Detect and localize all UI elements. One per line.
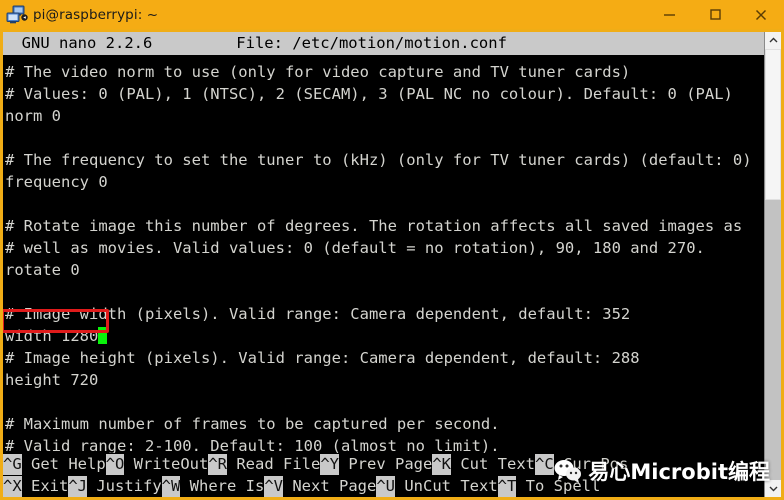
editor-line: rotate 0 [5, 261, 80, 279]
text-cursor [98, 327, 108, 344]
shortcut-key: ^V [264, 475, 284, 497]
shortcut-cur-pos[interactable]: ^C Cur Pos [535, 453, 628, 475]
editor-line: # well as movies. Valid values: 0 (defau… [5, 239, 705, 257]
terminal-inner: GNU nano 2.2.6 File: /etc/motion/motion.… [3, 32, 781, 497]
editor-line: frequency 0 [5, 173, 108, 191]
terminal-body[interactable]: GNU nano 2.2.6 File: /etc/motion/motion.… [3, 32, 764, 497]
shortcut-key: ^K [432, 453, 452, 475]
shortcut-cut-text[interactable]: ^K Cut Text [432, 453, 535, 475]
editor-line: # Image height (pixels). Valid range: Ca… [5, 349, 640, 367]
shortcut-key: ^Y [320, 453, 340, 475]
nano-header-bar: GNU nano 2.2.6 File: /etc/motion/motion.… [3, 32, 764, 55]
scrollbar-track[interactable] [765, 49, 781, 480]
shortcut-prev-page[interactable]: ^Y Prev Page [320, 453, 432, 475]
shortcut-to-spell[interactable]: ^T To Spell [497, 475, 601, 497]
shortcut-read-file[interactable]: ^R Read File [208, 453, 320, 475]
shortcut-label: Next Page [283, 476, 377, 495]
shortcut-label: Prev Page [339, 454, 433, 473]
editor-line: # Valid range: 2-100. Default: 100 (almo… [5, 437, 500, 453]
shortcut-where-is[interactable]: ^W Where Is [161, 475, 265, 497]
close-button[interactable] [738, 0, 784, 29]
shortcut-label: Cut Text [451, 454, 536, 473]
shortcut-label: Where Is [180, 476, 265, 495]
editor-line: # The video norm to use (only for video … [5, 63, 631, 81]
width-setting-text: width 1280 [5, 327, 99, 345]
shortcut-uncut-text[interactable]: ^U UnCut Text [376, 475, 498, 497]
shortcut-key: ^R [208, 453, 228, 475]
nano-editor-area[interactable]: # The video norm to use (only for video … [3, 55, 764, 453]
shortcut-next-page[interactable]: ^V Next Page [264, 475, 376, 497]
shortcut-label: UnCut Text [395, 476, 498, 495]
editor-line: norm 0 [5, 107, 61, 125]
shortcut-label: Exit [21, 476, 69, 495]
title-bar[interactable]: pi@raspberrypi: ~ [0, 0, 784, 29]
scroll-up-arrow-icon[interactable] [765, 32, 781, 49]
shortcut-row-2: ^X Exit ^J Justify ^W Where Is ^V Next P… [3, 475, 764, 497]
shortcut-justify[interactable]: ^J Justify [68, 475, 162, 497]
shortcut-label: Cur Pos [553, 454, 629, 473]
putty-icon [6, 5, 28, 25]
shortcut-key: ^O [105, 453, 125, 475]
editor-line-image-width-comment: # Image width (pixels). Valid range: Cam… [5, 305, 631, 323]
scroll-down-arrow-icon[interactable] [765, 480, 781, 497]
shortcut-key: ^G [3, 453, 22, 475]
shortcut-label: Justify [87, 476, 162, 495]
window-title: pi@raspberrypi: ~ [33, 6, 159, 23]
shortcut-key: ^W [161, 475, 181, 497]
shortcut-key: ^X [3, 475, 22, 497]
putty-terminal-window: pi@raspberrypi: ~ GNU nano 2.2.6 File: /… [0, 0, 784, 500]
window-controls [646, 0, 784, 29]
editor-line: height 720 [5, 371, 99, 389]
editor-line-blank [3, 193, 764, 215]
editor-line-width-value: width 1280 [3, 325, 764, 347]
nano-shortcut-bar: ^G Get Help ^O WriteOut ^R Read File ^Y … [3, 453, 764, 497]
shortcut-writeout[interactable]: ^O WriteOut [105, 453, 209, 475]
shortcut-row-1: ^G Get Help ^O WriteOut ^R Read File ^Y … [3, 453, 764, 475]
shortcut-exit[interactable]: ^X Exit [3, 475, 68, 497]
editor-line-blank [3, 281, 764, 303]
shortcut-key: ^U [376, 475, 396, 497]
minimize-button[interactable] [646, 0, 692, 29]
editor-line: # The frequency to set the tuner to (kHz… [5, 151, 752, 169]
shortcut-key: ^T [497, 475, 517, 497]
scrollbar-thumb[interactable] [765, 49, 781, 200]
shortcut-label: WriteOut [124, 454, 209, 473]
terminal-frame: GNU nano 2.2.6 File: /etc/motion/motion.… [0, 29, 784, 500]
editor-line-blank [3, 391, 764, 413]
shortcut-label: Get Help [21, 454, 106, 473]
vertical-scrollbar[interactable] [764, 32, 781, 497]
shortcut-label: To Spell [516, 476, 601, 495]
shortcut-get-help[interactable]: ^G Get Help [3, 453, 106, 475]
editor-line-blank [3, 127, 764, 149]
shortcut-key: ^J [68, 475, 88, 497]
shortcut-label: Read File [227, 454, 321, 473]
maximize-button[interactable] [692, 0, 738, 29]
editor-line: # Values: 0 (PAL), 1 (NTSC), 2 (SECAM), … [5, 85, 733, 103]
editor-line: # Rotate image this number of degrees. T… [5, 217, 743, 235]
editor-line: # Maximum number of frames to be capture… [5, 415, 500, 433]
shortcut-key: ^C [535, 453, 554, 475]
